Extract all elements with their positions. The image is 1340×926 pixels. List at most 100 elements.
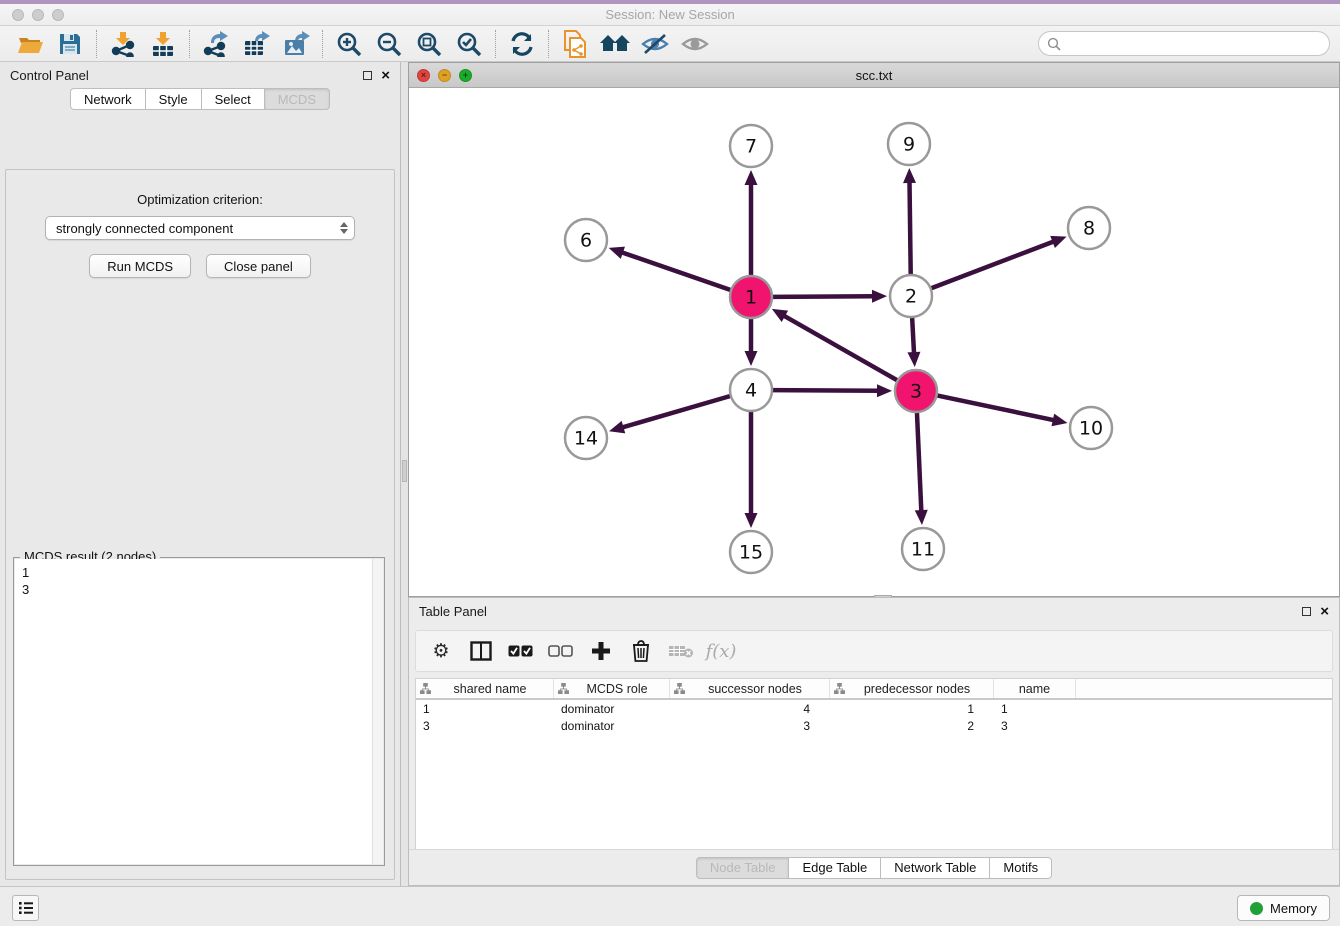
- table-row[interactable]: 1dominator411: [416, 700, 1332, 717]
- table-cell[interactable]: dominator: [554, 702, 670, 716]
- open-file-button[interactable]: [10, 28, 50, 60]
- deselect-all-columns-button[interactable]: [548, 638, 574, 664]
- network-titlebar[interactable]: × − + scc.txt: [409, 63, 1339, 88]
- table-panel-header: Table Panel ×: [409, 598, 1339, 624]
- export-table-button[interactable]: [236, 28, 276, 60]
- zoom-in-button[interactable]: [329, 28, 369, 60]
- tab-select[interactable]: Select: [202, 88, 265, 110]
- dropdown-stepper-icon: [340, 222, 348, 234]
- zoom-selected-icon: [456, 31, 482, 57]
- column-header-label: name: [998, 682, 1071, 696]
- tab-edge-table[interactable]: Edge Table: [789, 857, 881, 879]
- task-history-button[interactable]: [12, 895, 39, 921]
- column-header-2[interactable]: successor nodes: [670, 679, 830, 698]
- network-canvas[interactable]: 7968124314101511: [409, 88, 1339, 596]
- table-row[interactable]: 3dominator323: [416, 717, 1332, 734]
- refresh-layout-button[interactable]: [502, 28, 542, 60]
- graph-edge-arrowhead: [915, 510, 928, 525]
- float-table-panel-icon[interactable]: [1302, 607, 1311, 616]
- run-mcds-button[interactable]: Run MCDS: [89, 254, 191, 278]
- table-cell[interactable]: 2: [830, 719, 994, 733]
- import-table-button[interactable]: [143, 28, 183, 60]
- graph-edge[interactable]: [938, 396, 1056, 421]
- delete-table-button[interactable]: [668, 638, 694, 664]
- zoom-fit-button[interactable]: [409, 28, 449, 60]
- duplicate-network-button[interactable]: [555, 28, 595, 60]
- add-column-button[interactable]: [588, 638, 614, 664]
- result-scrollbar[interactable]: [372, 559, 383, 864]
- memory-button[interactable]: Memory: [1237, 895, 1330, 921]
- zoom-out-button[interactable]: [369, 28, 409, 60]
- column-header-1[interactable]: MCDS role: [554, 679, 670, 698]
- tab-network[interactable]: Network: [70, 88, 146, 110]
- first-neighbors-button[interactable]: [595, 28, 635, 60]
- column-layout-icon: [470, 641, 492, 661]
- search-input[interactable]: [1066, 36, 1321, 51]
- export-network-button[interactable]: [196, 28, 236, 60]
- column-layout-button[interactable]: [468, 638, 494, 664]
- graph-node-label: 4: [745, 380, 757, 402]
- close-panel-button[interactable]: Close panel: [206, 254, 311, 278]
- toolbar-separator: [495, 30, 496, 58]
- table-cell[interactable]: 1: [830, 702, 994, 716]
- network-close-icon[interactable]: ×: [417, 69, 430, 82]
- criterion-dropdown[interactable]: strongly connected component: [45, 216, 355, 240]
- export-image-button[interactable]: [276, 28, 316, 60]
- column-header-4[interactable]: name: [994, 679, 1076, 698]
- delete-column-button[interactable]: [628, 638, 654, 664]
- float-panel-icon[interactable]: [363, 71, 372, 80]
- graph-edge[interactable]: [932, 241, 1056, 288]
- table-cell[interactable]: 1: [994, 702, 1076, 716]
- network-minimize-icon[interactable]: −: [438, 69, 451, 82]
- graph-edge[interactable]: [782, 315, 897, 380]
- table-cell[interactable]: 1: [416, 702, 554, 716]
- mcds-result-text[interactable]: 1 3: [15, 559, 383, 864]
- close-table-panel-icon[interactable]: ×: [1320, 604, 1329, 619]
- tab-style[interactable]: Style: [146, 88, 202, 110]
- table-cell[interactable]: dominator: [554, 719, 670, 733]
- table-cell[interactable]: 3: [416, 719, 554, 733]
- function-builder-button[interactable]: f(x): [708, 638, 734, 664]
- control-panel-tabs: Network Style Select MCDS: [0, 88, 400, 110]
- splitter-grip[interactable]: [402, 460, 407, 482]
- show-all-button[interactable]: [675, 28, 715, 60]
- zoom-fit-icon: [416, 31, 442, 57]
- mcds-tab-content: Optimization criterion: strongly connect…: [5, 169, 395, 880]
- zoom-selected-button[interactable]: [449, 28, 489, 60]
- close-panel-icon[interactable]: ×: [381, 68, 390, 83]
- table-cell[interactable]: 3: [994, 719, 1076, 733]
- table-cell[interactable]: 4: [670, 702, 830, 716]
- import-network-icon: [110, 31, 136, 57]
- save-session-button[interactable]: [50, 28, 90, 60]
- graph-edge[interactable]: [917, 413, 921, 513]
- tab-node-table[interactable]: Node Table: [696, 857, 790, 879]
- graph-node-label: 14: [574, 428, 598, 450]
- graph-edge[interactable]: [773, 390, 880, 391]
- tab-network-table[interactable]: Network Table: [881, 857, 990, 879]
- table-cell[interactable]: 3: [670, 719, 830, 733]
- vertical-splitter[interactable]: [401, 62, 408, 886]
- export-network-icon: [203, 31, 229, 57]
- graph-edge[interactable]: [621, 396, 730, 428]
- import-network-button[interactable]: [103, 28, 143, 60]
- graph-edge[interactable]: [909, 180, 910, 274]
- graph-edge[interactable]: [912, 318, 914, 355]
- network-title: scc.txt: [409, 68, 1339, 83]
- column-header-label: successor nodes: [685, 682, 825, 696]
- graph-node-label: 10: [1079, 418, 1103, 440]
- graph-edge[interactable]: [620, 252, 730, 290]
- search-field[interactable]: [1038, 31, 1330, 56]
- hide-selected-button[interactable]: [635, 28, 675, 60]
- zoom-in-icon: [336, 31, 362, 57]
- graph-edge[interactable]: [773, 296, 875, 297]
- tab-motifs[interactable]: Motifs: [990, 857, 1052, 879]
- table-settings-button[interactable]: ⚙: [428, 638, 454, 664]
- criterion-value: strongly connected component: [56, 221, 233, 236]
- network-zoom-icon[interactable]: +: [459, 69, 472, 82]
- column-header-0[interactable]: shared name: [416, 679, 554, 698]
- tab-mcds[interactable]: MCDS: [265, 88, 330, 110]
- houses-icon: [599, 32, 631, 56]
- graph-edge-arrowhead: [903, 168, 916, 183]
- select-all-columns-button[interactable]: [508, 638, 534, 664]
- column-header-3[interactable]: predecessor nodes: [830, 679, 994, 698]
